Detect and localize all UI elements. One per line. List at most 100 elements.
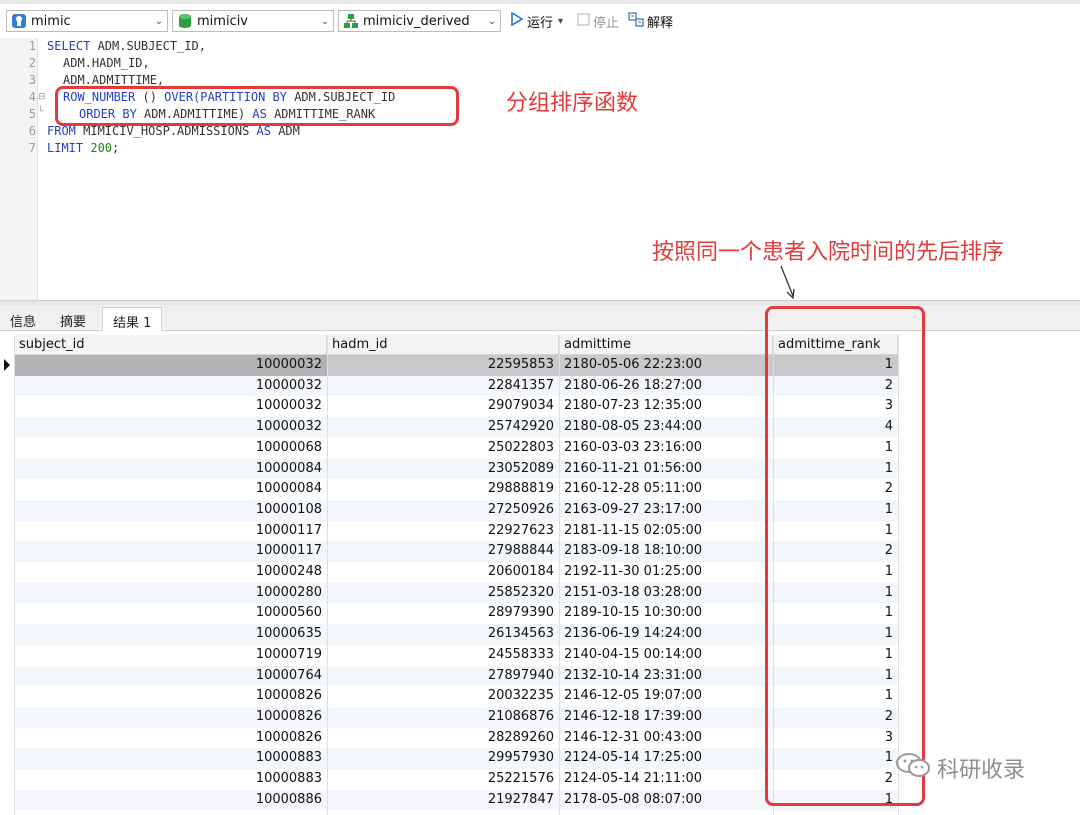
row-selector[interactable] <box>0 686 14 707</box>
cell-subject-id[interactable]: 10000883 <box>14 769 327 790</box>
cell-admittime[interactable]: 2160-11-21 01:56:00 <box>559 459 773 480</box>
cell-hadm-id[interactable]: 29079034 <box>327 396 559 417</box>
cell-admittime[interactable]: 2181-11-15 02:05:00 <box>559 521 773 542</box>
cell-subject-id[interactable]: 10000826 <box>14 707 327 728</box>
cell-subject-id[interactable]: 10000084 <box>14 479 327 500</box>
cell-subject-id[interactable]: 10000117 <box>14 521 327 542</box>
cell-subject-id[interactable]: 10000032 <box>14 355 327 376</box>
cell-admittime[interactable]: 2140-04-15 00:14:00 <box>559 645 773 666</box>
cell-admittime[interactable]: 2151-03-18 03:28:00 <box>559 583 773 604</box>
cell-subject-id[interactable]: 10000248 <box>14 562 327 583</box>
cell-subject-id[interactable]: 10000560 <box>14 603 327 624</box>
tab-result-1[interactable]: 结果 1 <box>102 307 163 331</box>
cell-admittime[interactable]: 2180-05-06 22:23:00 <box>559 355 773 376</box>
cell-hadm-id[interactable]: 27988844 <box>327 541 559 562</box>
cell-subject-id[interactable]: 10000764 <box>14 666 327 687</box>
row-selector[interactable] <box>0 624 14 645</box>
cell-hadm-id[interactable]: 21086876 <box>327 707 559 728</box>
row-selector[interactable] <box>0 583 14 604</box>
cell-hadm-id[interactable]: 22841357 <box>327 376 559 397</box>
cell-subject-id[interactable]: 10000117 <box>14 541 327 562</box>
row-selector[interactable] <box>0 666 14 687</box>
cell-admittime[interactable]: 2192-11-30 01:25:00 <box>559 562 773 583</box>
column-header-admittime[interactable]: admittime <box>559 335 773 355</box>
row-selector[interactable] <box>0 355 14 376</box>
cell-admittime[interactable]: 2160-03-03 23:16:00 <box>559 438 773 459</box>
row-selector[interactable] <box>0 748 14 769</box>
cell-hadm-id[interactable]: 29888819 <box>327 479 559 500</box>
cell-admittime[interactable]: 2180-07-23 12:35:00 <box>559 396 773 417</box>
fold-toggle-icon[interactable]: ⊟ <box>38 92 46 102</box>
cell-admittime[interactable]: 2160-12-28 05:11:00 <box>559 479 773 500</box>
chevron-down-icon[interactable]: ⌄ <box>151 16 167 27</box>
cell-admittime[interactable]: 2146-12-05 19:07:00 <box>559 686 773 707</box>
explain-button[interactable]: 解释 <box>628 10 673 32</box>
tab-summary[interactable]: 摘要 <box>50 307 96 331</box>
cell-subject-id[interactable]: 10000719 <box>14 645 327 666</box>
cell-hadm-id[interactable]: 28289260 <box>327 728 559 749</box>
row-selector[interactable] <box>0 479 14 500</box>
cell-subject-id[interactable]: 10000826 <box>14 728 327 749</box>
row-selector[interactable] <box>0 521 14 542</box>
cell-subject-id[interactable]: 10000883 <box>14 748 327 769</box>
row-selector[interactable] <box>0 728 14 749</box>
cell-hadm-id[interactable]: 27897940 <box>327 666 559 687</box>
cell-hadm-id[interactable]: 24558333 <box>327 645 559 666</box>
cell-admittime[interactable]: 2180-06-26 18:27:00 <box>559 376 773 397</box>
cell-admittime[interactable]: 2178-05-08 08:07:00 <box>559 790 773 811</box>
cell-subject-id[interactable]: 10000032 <box>14 396 327 417</box>
cell-hadm-id[interactable]: 20032235 <box>327 686 559 707</box>
cell-hadm-id[interactable]: 23052089 <box>327 459 559 480</box>
column-header-hadm-id[interactable]: hadm_id <box>327 335 559 355</box>
column-header-subject-id[interactable]: subject_id <box>14 335 327 355</box>
cell-admittime[interactable]: 2124-05-14 17:25:00 <box>559 748 773 769</box>
cell-hadm-id[interactable]: 20600184 <box>327 562 559 583</box>
chevron-down-icon[interactable]: ⌄ <box>484 16 500 27</box>
run-dropdown-icon[interactable]: ▾ <box>558 16 563 27</box>
row-selector[interactable] <box>0 562 14 583</box>
cell-subject-id[interactable]: 10000280 <box>14 583 327 604</box>
cell-hadm-id[interactable]: 29957930 <box>327 748 559 769</box>
chevron-down-icon[interactable]: ⌄ <box>317 16 333 27</box>
cell-subject-id[interactable]: 10000108 <box>14 500 327 521</box>
cell-admittime[interactable]: 2132-10-14 23:31:00 <box>559 666 773 687</box>
cell-hadm-id[interactable]: 25221576 <box>327 769 559 790</box>
tab-info[interactable]: 信息 <box>0 307 46 331</box>
row-selector[interactable] <box>0 645 14 666</box>
row-selector[interactable] <box>0 396 14 417</box>
row-selector[interactable] <box>0 376 14 397</box>
row-selector[interactable] <box>0 603 14 624</box>
row-selector[interactable] <box>0 459 14 480</box>
cell-subject-id[interactable]: 10000635 <box>14 624 327 645</box>
cell-subject-id[interactable]: 10000068 <box>14 438 327 459</box>
cell-admittime[interactable]: 2124-05-14 21:11:00 <box>559 769 773 790</box>
row-selector[interactable] <box>0 541 14 562</box>
cell-admittime[interactable]: 2146-12-31 00:43:00 <box>559 728 773 749</box>
cell-hadm-id[interactable]: 25852320 <box>327 583 559 604</box>
cell-hadm-id[interactable]: 21927847 <box>327 790 559 811</box>
schema-select[interactable]: mimiciv_derived ⌄ <box>338 10 501 32</box>
cell-admittime[interactable]: 2189-10-15 10:30:00 <box>559 603 773 624</box>
cell-subject-id[interactable]: 10000826 <box>14 686 327 707</box>
cell-subject-id[interactable]: 10000886 <box>14 790 327 811</box>
cell-hadm-id[interactable]: 27250926 <box>327 500 559 521</box>
cell-hadm-id[interactable]: 22595853 <box>327 355 559 376</box>
cell-admittime[interactable]: 2146-12-18 17:39:00 <box>559 707 773 728</box>
cell-hadm-id[interactable]: 28979390 <box>327 603 559 624</box>
sql-editor[interactable]: 1 2 3 4 5 6 7 ⊟ └ SELECT ADM.SUBJECT_ID,… <box>0 38 1080 300</box>
row-selector[interactable] <box>0 769 14 790</box>
cell-hadm-id[interactable]: 25022803 <box>327 438 559 459</box>
row-selector[interactable] <box>0 438 14 459</box>
cell-hadm-id[interactable]: 26134563 <box>327 624 559 645</box>
run-button[interactable]: 运行 ▾ <box>510 10 563 32</box>
cell-subject-id[interactable]: 10000032 <box>14 376 327 397</box>
row-selector[interactable] <box>0 790 14 811</box>
connection-select[interactable]: mimic ⌄ <box>6 10 168 32</box>
cell-hadm-id[interactable]: 25742920 <box>327 417 559 438</box>
row-selector[interactable] <box>0 417 14 438</box>
cell-admittime[interactable]: 2180-08-05 23:44:00 <box>559 417 773 438</box>
cell-subject-id[interactable]: 10000084 <box>14 459 327 480</box>
row-selector[interactable] <box>0 500 14 521</box>
row-selector[interactable] <box>0 707 14 728</box>
cell-hadm-id[interactable]: 22927623 <box>327 521 559 542</box>
